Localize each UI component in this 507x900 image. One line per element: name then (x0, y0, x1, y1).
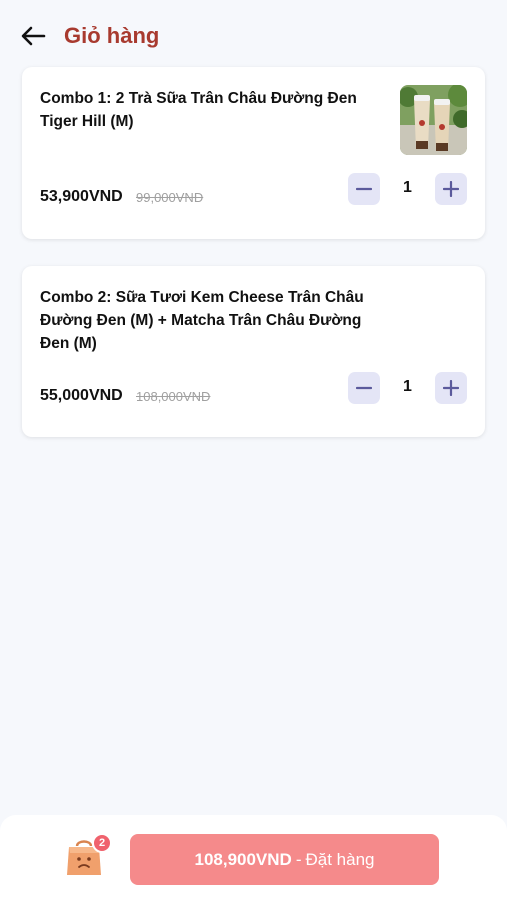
plus-icon (443, 380, 459, 396)
quantity-stepper: 1 (348, 173, 467, 205)
cart-item-card: Combo 1: 2 Trà Sữa Trân Châu Đường Đen T… (22, 67, 485, 239)
cart-count-badge: 2 (92, 833, 112, 853)
item-name: Combo 1: 2 Trà Sữa Trân Châu Đường Đen T… (40, 90, 357, 130)
item-thumbnail[interactable] (400, 85, 467, 155)
cart-button[interactable]: 2 (66, 833, 112, 879)
page-title: Giỏ hàng (64, 23, 160, 48)
order-total: 108,900VND (194, 849, 292, 869)
decrease-quantity-button[interactable] (348, 173, 380, 205)
minus-icon (356, 187, 372, 191)
item-price: 55,000VND (40, 387, 123, 404)
minus-icon (356, 386, 372, 390)
item-name: Combo 2: Sữa Tươi Kem Cheese Trân Châu Đ… (40, 289, 364, 352)
place-order-button[interactable]: 108,900VND - Đặt hàng (130, 834, 439, 885)
item-old-price: 108,000VND (136, 389, 211, 404)
product-image (400, 85, 467, 155)
decrease-quantity-button[interactable] (348, 372, 380, 404)
quantity-value: 1 (403, 179, 412, 196)
header: Giỏ hàng (0, 0, 507, 70)
order-separator: - (295, 849, 302, 869)
arrow-left-icon (21, 26, 46, 46)
checkout-footer: 2 108,900VND - Đặt hàng (0, 815, 507, 900)
increase-quantity-button[interactable] (435, 173, 467, 205)
increase-quantity-button[interactable] (435, 372, 467, 404)
quantity-stepper: 1 (348, 372, 467, 404)
cart-item-card: Combo 2: Sữa Tươi Kem Cheese Trân Châu Đ… (22, 266, 485, 437)
item-price: 53,900VND (40, 188, 123, 205)
quantity-value: 1 (403, 378, 412, 395)
back-button[interactable] (18, 22, 48, 50)
plus-icon (443, 181, 459, 197)
item-old-price: 99,000VND (136, 190, 204, 205)
order-label: Đặt hàng (305, 849, 375, 869)
